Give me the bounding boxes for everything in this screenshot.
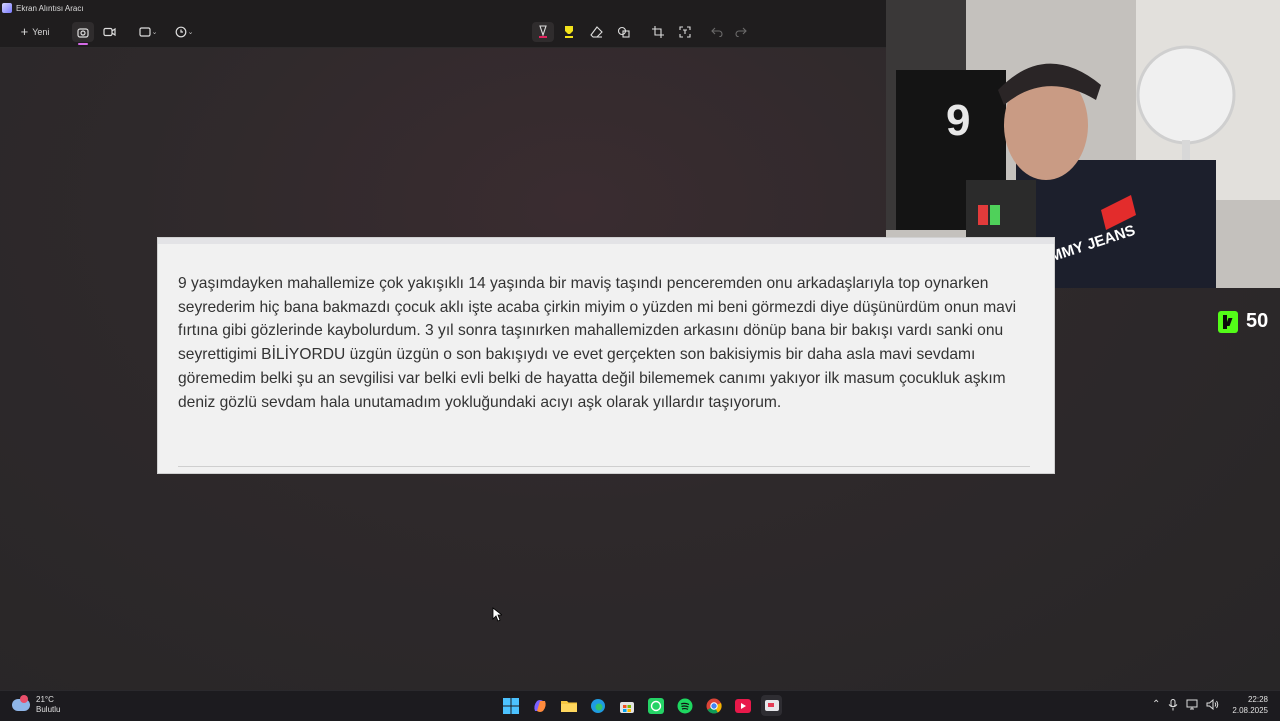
clock-time: 22:28 xyxy=(1247,695,1268,704)
clock[interactable]: 22:28 2.08.2025 xyxy=(1232,694,1268,716)
window-title: Ekran Alıntısı Aracı xyxy=(16,3,84,13)
chevron-up-icon[interactable]: ⌃ xyxy=(1152,699,1160,711)
highlighter-button[interactable] xyxy=(558,22,580,42)
viewer-count: 50 xyxy=(1246,310,1269,332)
snippet-text: 9 yaşımdayken mahallemize çok yakışıklı … xyxy=(178,275,1017,411)
mouse-cursor-icon xyxy=(492,607,502,622)
whatsapp-button[interactable] xyxy=(645,695,666,716)
microsoft-store-button[interactable] xyxy=(616,695,637,716)
start-button[interactable] xyxy=(500,695,521,716)
pen-icon xyxy=(539,25,547,38)
clock-date: 2.08.2025 xyxy=(1232,706,1268,715)
undo-icon xyxy=(711,27,723,37)
kick-logo-icon xyxy=(1218,310,1238,333)
spotify-button[interactable] xyxy=(674,695,695,716)
snipping-tool-icon xyxy=(2,3,12,13)
edge-icon xyxy=(590,698,605,713)
snipping-tool-icon xyxy=(764,699,779,711)
media-player-button[interactable] xyxy=(732,695,753,716)
weather-widget[interactable]: 21°C Bulutlu xyxy=(12,695,60,715)
video-icon xyxy=(102,27,116,37)
volume-icon[interactable] xyxy=(1206,699,1219,710)
edge-browser-button[interactable] xyxy=(587,695,608,716)
eraser-icon xyxy=(589,26,603,38)
file-explorer-button[interactable] xyxy=(558,695,579,716)
new-button-label: Yeni xyxy=(32,27,50,37)
captured-text-snippet: 9 yaşımdayken mahallemize çok yakışıklı … xyxy=(158,238,1054,473)
shapes-icon xyxy=(617,26,630,38)
system-tray: ⌃ xyxy=(1152,699,1219,711)
copilot-icon xyxy=(533,699,546,712)
taskbar: 21°C Bulutlu ⌃ 22:28 2.08.2025 xyxy=(0,690,1280,721)
chrome-icon xyxy=(706,698,722,714)
camera-icon xyxy=(77,27,89,38)
microphone-icon[interactable] xyxy=(1168,699,1178,711)
rectangle-snip-icon xyxy=(138,27,151,37)
svg-text:9: 9 xyxy=(946,96,970,145)
toolbar: + Yeni ⌄ ⌄ xyxy=(0,16,886,48)
store-icon xyxy=(619,701,634,713)
windows-logo-icon xyxy=(502,697,519,714)
snip-shape-dropdown[interactable]: ⌄ xyxy=(134,22,162,42)
crop-button[interactable] xyxy=(647,22,669,42)
text-actions-icon xyxy=(679,26,691,38)
crop-icon xyxy=(652,26,664,38)
eraser-button[interactable] xyxy=(585,22,607,42)
text-actions-button[interactable] xyxy=(674,22,696,42)
folder-icon xyxy=(560,700,577,712)
ballpoint-pen-button[interactable] xyxy=(532,22,554,42)
highlighter-icon xyxy=(565,26,573,38)
weather-description: Bulutlu xyxy=(36,705,61,714)
pinned-apps xyxy=(500,695,782,716)
cloudy-weather-icon xyxy=(12,695,30,711)
weather-temperature: 21°C xyxy=(36,695,54,704)
shapes-button[interactable] xyxy=(612,22,634,42)
chevron-down-icon: ⌄ xyxy=(151,29,158,36)
clock-icon xyxy=(175,26,186,38)
kick-viewer-badge: 50 xyxy=(1218,310,1268,333)
redo-icon xyxy=(735,27,747,37)
undo-button[interactable] xyxy=(706,22,728,42)
snipping-tool-button[interactable] xyxy=(761,695,782,716)
copilot-button[interactable] xyxy=(529,695,550,716)
title-bar: Ekran Alıntısı Aracı xyxy=(0,0,886,16)
new-button[interactable]: + Yeni xyxy=(12,22,58,42)
plus-icon: + xyxy=(20,24,29,39)
spotify-icon xyxy=(677,698,692,713)
video-mode-button[interactable] xyxy=(98,22,120,42)
chrome-button[interactable] xyxy=(703,695,724,716)
whatsapp-icon xyxy=(647,697,664,714)
delay-timer-dropdown[interactable]: ⌄ xyxy=(170,22,198,42)
play-icon xyxy=(734,698,751,713)
chevron-down-icon: ⌄ xyxy=(187,29,194,36)
screenshot-mode-button[interactable] xyxy=(72,22,94,45)
network-icon[interactable] xyxy=(1186,699,1198,710)
redo-button[interactable] xyxy=(730,22,752,42)
